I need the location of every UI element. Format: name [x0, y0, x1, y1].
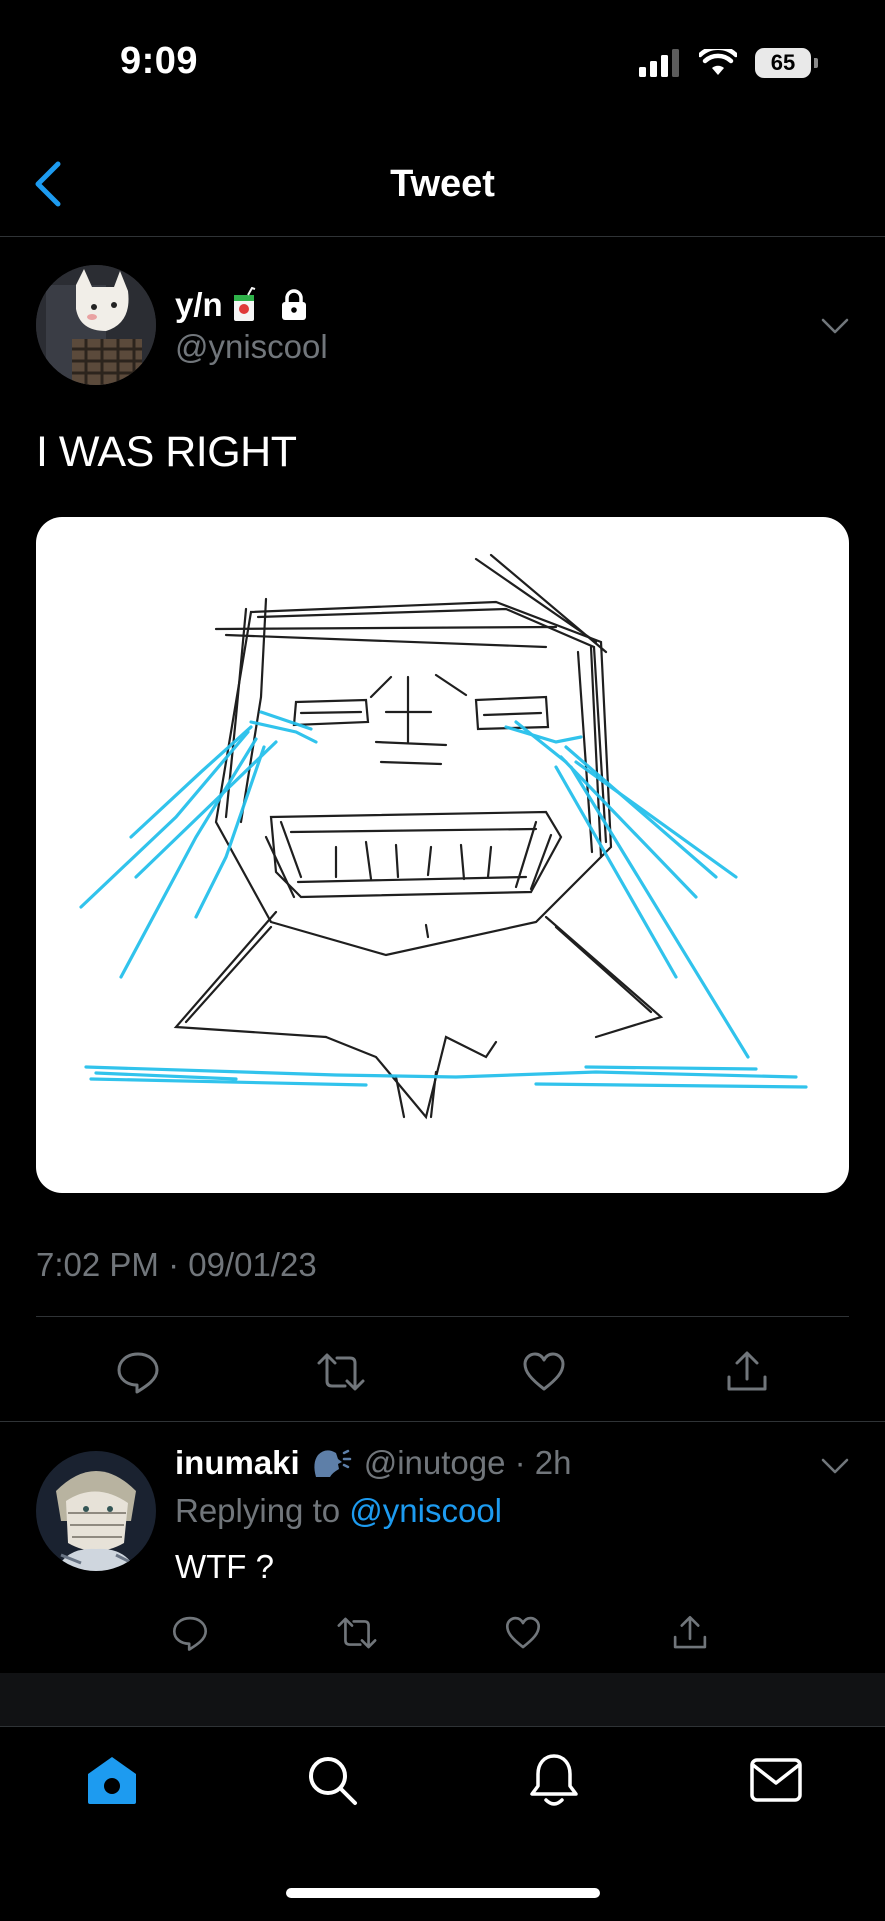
retweet-button[interactable]: [311, 1342, 371, 1402]
retweet-icon: [317, 1353, 365, 1391]
heart-icon: [506, 1616, 541, 1649]
reply-avatar[interactable]: [36, 1451, 156, 1571]
tweet-action-bar: [36, 1342, 849, 1402]
home-icon: [88, 1757, 136, 1804]
avatar[interactable]: [36, 265, 156, 385]
reply-handle-time: @inutoge · 2h: [363, 1444, 572, 1481]
share-icon: [727, 1351, 767, 1391]
heart-icon: [523, 1352, 565, 1391]
timestamp-divider: [36, 1316, 849, 1317]
replying-to-line: Replying to @yniscool: [175, 1492, 502, 1530]
bell-icon: [530, 1754, 578, 1806]
retweet-icon: [337, 1617, 377, 1649]
status-icons: 65: [639, 48, 818, 78]
wifi-icon: [699, 49, 737, 75]
actions-divider: [0, 1421, 885, 1422]
tab-notifications[interactable]: [524, 1750, 584, 1810]
tweet-text: I WAS RIGHT: [36, 428, 297, 476]
author-name-row[interactable]: y/n: [175, 286, 311, 324]
tab-search[interactable]: [302, 1750, 362, 1810]
reply-chevron-down-icon[interactable]: [820, 1456, 850, 1476]
tab-messages[interactable]: [746, 1750, 806, 1810]
feed-spacer: [0, 1673, 885, 1726]
author-display-name: y/n: [175, 286, 223, 323]
share-button[interactable]: [717, 1342, 777, 1402]
avatar-image: [36, 265, 156, 385]
share-icon: [673, 1615, 707, 1649]
replying-to-link[interactable]: @yniscool: [349, 1492, 502, 1529]
lock-icon: [281, 289, 306, 320]
replying-to-prefix: Replying to: [175, 1492, 341, 1529]
reply-display-name: inumaki: [175, 1444, 300, 1481]
home-indicator[interactable]: [286, 1888, 600, 1898]
reply-action-bar: [160, 1603, 720, 1663]
speaking-head-emoji-icon: [314, 1449, 351, 1477]
author-handle[interactable]: @yniscool: [175, 328, 328, 366]
reply-text: WTF ?: [175, 1548, 274, 1585]
tweet-image[interactable]: [36, 517, 849, 1193]
tweet-timestamp: 7:02 PM · 09/01/23: [36, 1246, 317, 1283]
reply-retweet-button[interactable]: [327, 1603, 387, 1663]
comment-icon: [172, 1616, 208, 1651]
tab-home[interactable]: [82, 1750, 142, 1810]
reply-avatar-image: [36, 1451, 156, 1571]
battery-level: 65: [770, 50, 796, 75]
comment-icon: [117, 1352, 159, 1394]
juice-box-emoji-icon: [233, 287, 256, 321]
reply-like-button[interactable]: [493, 1603, 553, 1663]
reply-reply-button[interactable]: [160, 1603, 220, 1663]
reply-header[interactable]: inumaki @inutoge · 2h: [175, 1444, 572, 1482]
reply-share-button[interactable]: [660, 1603, 720, 1663]
reply-button[interactable]: [108, 1342, 168, 1402]
chevron-down-icon[interactable]: [820, 316, 850, 336]
header-divider: [0, 236, 885, 237]
battery-indicator: 65: [755, 48, 818, 78]
page-title: Tweet: [390, 163, 495, 205]
mail-icon: [750, 1758, 802, 1802]
search-icon: [309, 1757, 357, 1805]
status-time: 9:09: [120, 40, 199, 82]
crying-face-sketch: [79, 553, 808, 1120]
like-button[interactable]: [514, 1342, 574, 1402]
cellular-signal-icon: [639, 49, 679, 77]
